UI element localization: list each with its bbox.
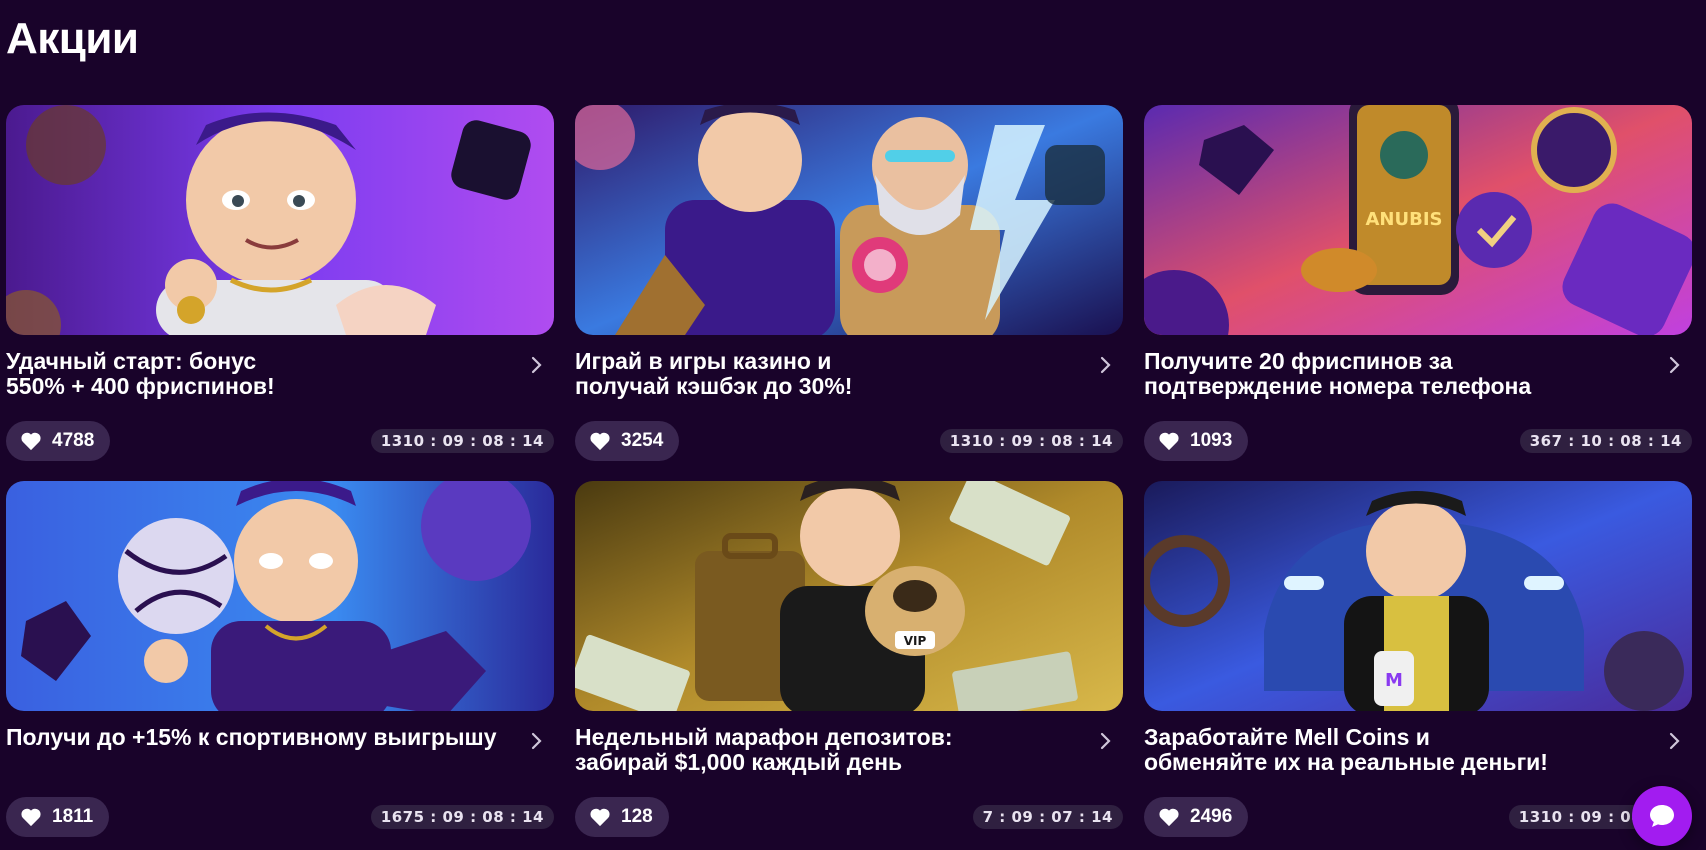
like-count: 1811 — [52, 806, 94, 827]
promo-title[interactable]: Удачный старт: бонус 550% + 400 фриспино… — [6, 349, 275, 399]
promo-banner-image[interactable] — [6, 481, 554, 711]
promotions-page: Акции Удачный старт: бонус 550% + 400 фр… — [0, 0, 1706, 850]
heart-icon — [590, 432, 610, 451]
promo-banner-image[interactable]: M — [1144, 481, 1692, 711]
page-title: Акции — [6, 14, 139, 63]
like-count: 3254 — [621, 430, 664, 451]
heart-icon — [1159, 432, 1179, 451]
promo-title[interactable]: Играй в игры казино и получай кэшбэк до … — [575, 349, 852, 399]
like-button[interactable]: 3254 — [575, 421, 680, 461]
promo-card-sports-boost[interactable]: Получи до +15% к спортивному выигрышу 18… — [6, 481, 554, 837]
heart-icon — [1159, 808, 1179, 827]
promo-title[interactable]: Заработайте Mell Coins и обменяйте их на… — [1144, 725, 1548, 775]
svg-text:VIP: VIP — [904, 634, 927, 648]
chevron-right-icon[interactable] — [524, 353, 548, 377]
chevron-right-icon[interactable] — [1093, 353, 1117, 377]
countdown-timer: 1310 : 09 : 08 : 14 — [370, 429, 554, 453]
promo-banner-image[interactable] — [575, 105, 1123, 335]
chevron-right-icon[interactable] — [1662, 353, 1686, 377]
promo-card-casino-cashback[interactable]: Играй в игры казино и получай кэшбэк до … — [575, 105, 1123, 461]
svg-text:M: M — [1385, 670, 1403, 691]
promo-card-phone-freespins[interactable]: ANUBIS Получите 20 фриспинов за подтверж… — [1144, 105, 1692, 461]
like-button[interactable]: 4788 — [6, 421, 111, 461]
like-button[interactable]: 1811 — [6, 797, 110, 837]
svg-text:ANUBIS: ANUBIS — [1366, 209, 1443, 230]
countdown-timer: 1675 : 09 : 08 : 14 — [370, 805, 554, 829]
promo-banner-image[interactable]: ANUBIS — [1144, 105, 1692, 335]
promo-banner-image[interactable]: VIP — [575, 481, 1123, 711]
like-button[interactable]: 2496 — [1144, 797, 1249, 837]
promo-card-deposit-marathon[interactable]: VIP Недельный марафон депозитов: забирай… — [575, 481, 1123, 837]
countdown-timer: 367 : 10 : 08 : 14 — [1519, 429, 1692, 453]
countdown-timer: 1310 : 09 : 08 : 14 — [939, 429, 1123, 453]
chevron-right-icon[interactable] — [1662, 729, 1686, 753]
heart-icon — [21, 432, 41, 451]
promo-title[interactable]: Получите 20 фриспинов за подтверждение н… — [1144, 349, 1531, 399]
heart-icon — [590, 808, 610, 827]
chevron-right-icon[interactable] — [1093, 729, 1117, 753]
promo-title[interactable]: Недельный марафон депозитов: забирай $1,… — [575, 725, 953, 775]
like-button[interactable]: 128 — [575, 797, 669, 837]
promo-title[interactable]: Получи до +15% к спортивному выигрышу — [6, 725, 497, 750]
chat-button[interactable] — [1632, 786, 1692, 846]
promo-grid: Удачный старт: бонус 550% + 400 фриспино… — [6, 105, 1692, 837]
like-count: 2496 — [1190, 806, 1233, 827]
heart-icon — [21, 808, 41, 827]
promo-card-mell-coins[interactable]: M Заработайте Mell Coins и обменяйте их … — [1144, 481, 1692, 837]
like-count: 4788 — [52, 430, 95, 451]
chat-bubble-icon — [1650, 805, 1674, 827]
promo-card-lucky-start[interactable]: Удачный старт: бонус 550% + 400 фриспино… — [6, 105, 554, 461]
like-count: 128 — [621, 806, 653, 827]
like-count: 1093 — [1190, 430, 1233, 451]
promo-banner-image[interactable] — [6, 105, 554, 335]
countdown-timer: 7 : 09 : 07 : 14 — [972, 805, 1123, 829]
chevron-right-icon[interactable] — [524, 729, 548, 753]
like-button[interactable]: 1093 — [1144, 421, 1249, 461]
